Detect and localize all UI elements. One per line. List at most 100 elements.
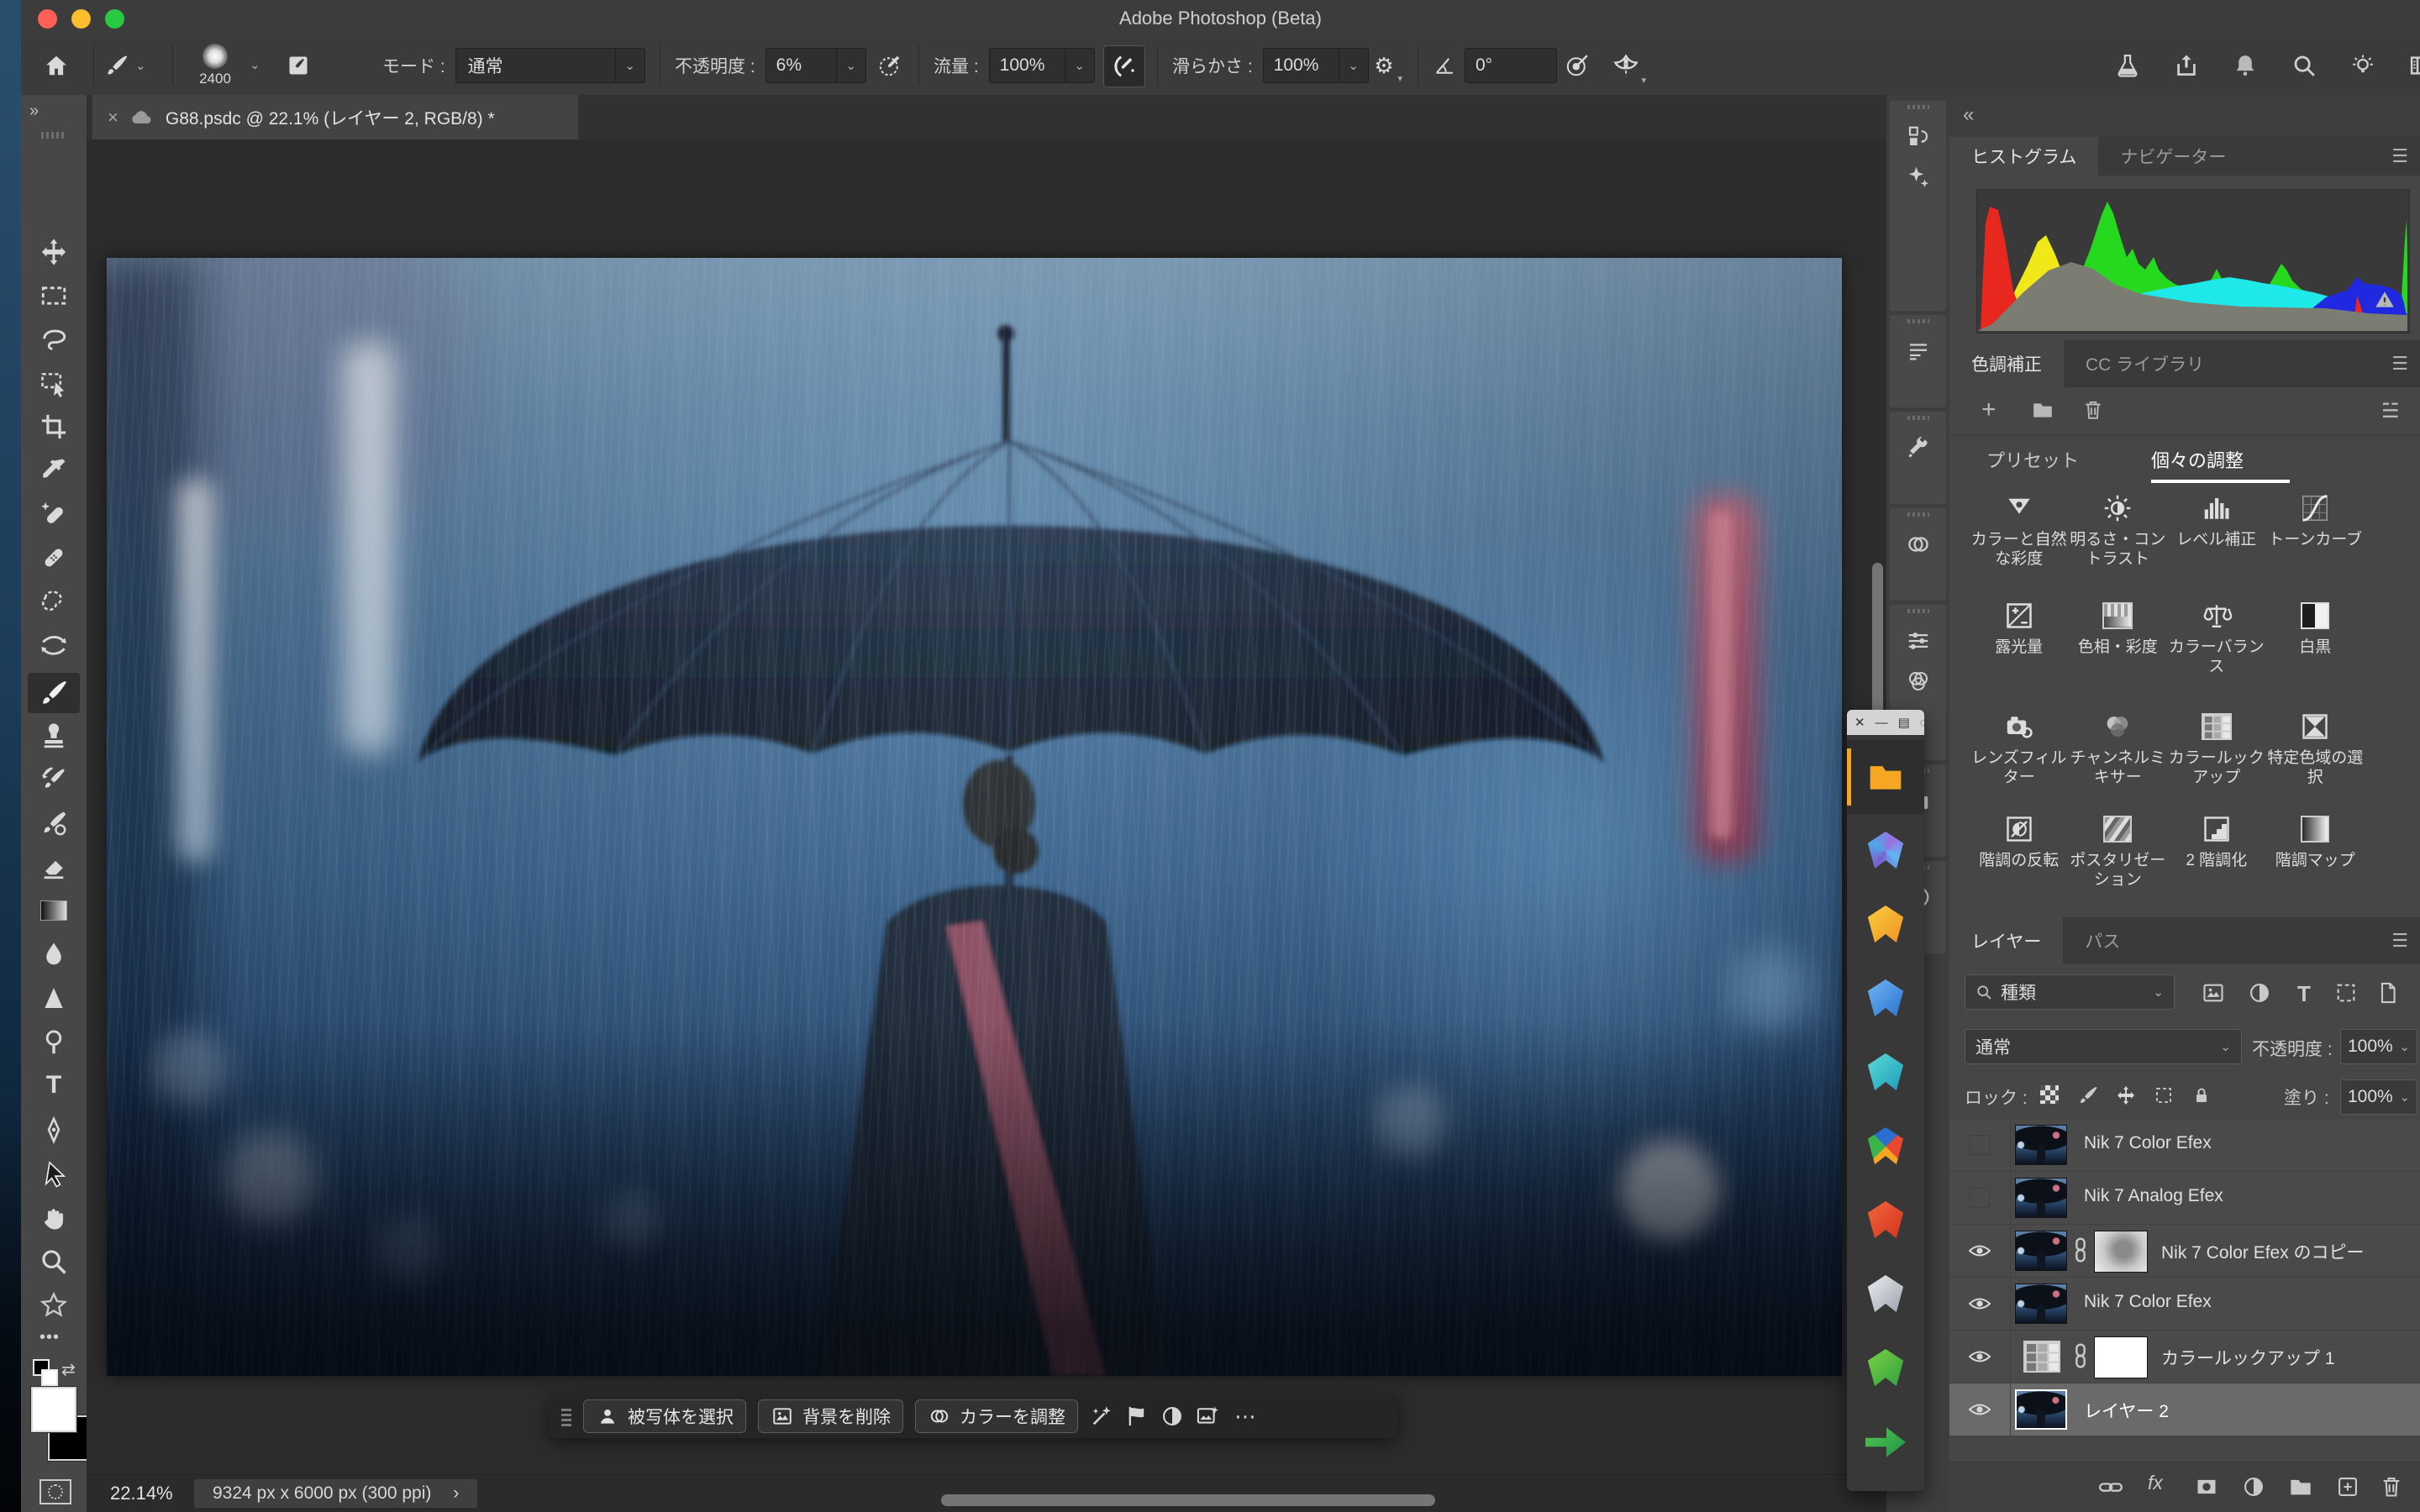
adjustment-color-vibrance[interactable]: カラーと自然な彩度 bbox=[1970, 491, 2069, 599]
ai-generate-icon[interactable] bbox=[1906, 165, 1931, 190]
remove-background-button[interactable]: 背景を削除 bbox=[758, 1399, 903, 1433]
adjustment-hue-saturation[interactable]: 色相・彩度 bbox=[2069, 599, 2168, 710]
filter-image-layers-icon[interactable] bbox=[2202, 981, 2225, 1005]
lock-move-icon[interactable] bbox=[2116, 1085, 2136, 1105]
visibility-toggle[interactable] bbox=[1949, 1172, 2011, 1224]
layer-name[interactable]: Nik 7 Color Efex bbox=[2084, 1133, 2212, 1153]
home-icon[interactable] bbox=[36, 45, 76, 86]
crop-tool[interactable] bbox=[39, 412, 68, 441]
tab-layers[interactable]: レイヤー bbox=[1949, 917, 2063, 964]
subtab-individual[interactable]: 個々の調整 bbox=[2151, 446, 2244, 473]
healing-brush-tool[interactable] bbox=[39, 543, 68, 572]
adjustment-black-white[interactable]: 白黒 bbox=[2266, 599, 2365, 710]
beta-flask-icon[interactable] bbox=[2115, 53, 2140, 78]
path-selection-tool[interactable] bbox=[39, 1160, 68, 1189]
nik-launcher-item[interactable] bbox=[1847, 740, 1924, 814]
layer-thumbnail[interactable] bbox=[2015, 1125, 2067, 1165]
nik-hdr-efex-icon[interactable] bbox=[1847, 1184, 1924, 1257]
nik-plugin-icon[interactable] bbox=[1847, 1331, 1924, 1405]
more-options-icon[interactable]: ⋯ bbox=[1231, 1404, 1260, 1430]
canvas-area[interactable] bbox=[87, 139, 1886, 1474]
taskbar-grip[interactable] bbox=[561, 1406, 571, 1426]
lasso-tool[interactable] bbox=[39, 325, 68, 354]
channels-venn-icon[interactable] bbox=[1906, 669, 1931, 694]
layer-row[interactable]: カラールックアップ 1 bbox=[1949, 1331, 2420, 1383]
layer-row-selected[interactable]: レイヤー 2 bbox=[1949, 1383, 2420, 1436]
horizontal-scrollbar[interactable] bbox=[941, 1494, 1435, 1506]
visibility-toggle[interactable] bbox=[1949, 1331, 2011, 1383]
fill-input[interactable]: 100%⌄ bbox=[2340, 1079, 2417, 1115]
document-dimensions[interactable]: 9324 px x 6000 px (300 ppi) › bbox=[194, 1479, 477, 1508]
adjustment-photo-filter[interactable]: レンズフィルター bbox=[1970, 710, 2069, 812]
toolbar-collapse-icon[interactable]: » bbox=[29, 102, 37, 121]
adjustment-color-balance[interactable]: カラーバランス bbox=[2167, 599, 2266, 710]
search-icon[interactable] bbox=[2291, 53, 2317, 78]
link-layers-icon[interactable] bbox=[2099, 1475, 2123, 1499]
adjustment-invert[interactable]: 階調の反転 bbox=[1970, 812, 2069, 913]
layer-name[interactable]: レイヤー 2 bbox=[2084, 1398, 2169, 1423]
adjustment-curves[interactable]: トーンカーブ bbox=[2266, 491, 2365, 599]
nik-output-sharpener-icon[interactable] bbox=[1847, 1405, 1924, 1479]
chevron-down-icon[interactable]: ⌄ bbox=[250, 57, 260, 72]
mask-link-icon[interactable] bbox=[2074, 1341, 2087, 1370]
quick-mask-icon[interactable] bbox=[39, 1479, 71, 1504]
layer-filter-select[interactable]: 種類 ⌄ bbox=[1965, 974, 2175, 1010]
layer-name[interactable]: Nik 7 Analog Efex bbox=[2084, 1186, 2223, 1206]
gradient-tool[interactable] bbox=[39, 896, 68, 925]
brush-size-picker[interactable]: 2400 bbox=[187, 44, 243, 87]
sharpen-tool[interactable] bbox=[39, 984, 68, 1012]
brush-tool-preset[interactable]: ⌄ bbox=[105, 49, 146, 82]
folder-icon[interactable] bbox=[2032, 399, 2055, 423]
version-history-icon[interactable] bbox=[1906, 124, 1931, 150]
magic-wand-icon[interactable] bbox=[1090, 1404, 1113, 1428]
eyedropper-tool[interactable] bbox=[39, 456, 68, 485]
histogram-warning-icon[interactable] bbox=[2374, 289, 2396, 311]
visibility-toggle[interactable] bbox=[1949, 1119, 2011, 1171]
layer-row[interactable]: Nik 7 Analog Efex bbox=[1949, 1172, 2420, 1225]
tools-wrench-icon[interactable] bbox=[1906, 435, 1931, 460]
layer-row[interactable]: Nik 7 Color Efex bbox=[1949, 1119, 2420, 1172]
generate-image-icon[interactable] bbox=[1196, 1404, 1219, 1428]
adjustment-levels[interactable]: レベル補正 bbox=[2167, 491, 2266, 599]
filter-adjustment-layers-icon[interactable] bbox=[2248, 981, 2271, 1005]
visibility-toggle[interactable] bbox=[1949, 1278, 2011, 1330]
default-colors-icon[interactable] bbox=[33, 1359, 58, 1386]
adjustment-channel-mixer[interactable]: チャンネルミキサー bbox=[2069, 710, 2168, 812]
mask-link-icon[interactable] bbox=[2074, 1236, 2087, 1264]
adjustment-gradient-map[interactable]: 階調マップ bbox=[2266, 812, 2365, 913]
symmetry-butterfly-icon[interactable]: ▾ bbox=[1606, 45, 1646, 86]
blur-tool[interactable] bbox=[39, 940, 68, 969]
zoom-tool[interactable] bbox=[39, 1247, 68, 1276]
layer-mask-thumbnail[interactable] bbox=[2094, 1231, 2148, 1273]
grid-icon[interactable]: ▤ bbox=[1898, 715, 1910, 730]
flag-icon[interactable] bbox=[1125, 1404, 1149, 1428]
document-tab[interactable]: × G88.psdc @ 22.1% (レイヤー 2, RGB/8) * bbox=[92, 95, 578, 139]
panel-menu-icon[interactable]: ☰ bbox=[2391, 353, 2408, 375]
clone-source-icon[interactable] bbox=[1906, 532, 1931, 557]
minimize-icon[interactable]: — bbox=[1876, 716, 1888, 730]
tab-adjustments[interactable]: 色調補正 bbox=[1949, 340, 2064, 387]
dodge-tool[interactable] bbox=[39, 1027, 68, 1056]
filter-type-layers-icon[interactable]: T bbox=[2292, 981, 2316, 1005]
lut-adjustment-icon[interactable] bbox=[2023, 1341, 2060, 1373]
sync-icon[interactable]: ◌ bbox=[1920, 716, 1928, 730]
pressure-opacity-icon[interactable] bbox=[870, 45, 910, 86]
lock-paint-icon[interactable] bbox=[2078, 1085, 2098, 1105]
discover-lightbulb-icon[interactable] bbox=[2350, 53, 2375, 78]
flow-input[interactable]: 100%⌄ bbox=[989, 48, 1095, 83]
visibility-toggle[interactable] bbox=[1949, 1383, 2011, 1436]
custom-shape-tool[interactable] bbox=[39, 1291, 68, 1320]
history-brush-tool[interactable] bbox=[39, 765, 68, 794]
brush-tool-selected[interactable] bbox=[28, 673, 80, 713]
adjustments-sliders-icon[interactable] bbox=[1906, 628, 1931, 654]
visibility-toggle[interactable] bbox=[1949, 1225, 2011, 1277]
layer-name[interactable]: Nik 7 Color Efex のコピー bbox=[2161, 1239, 2365, 1264]
layer-mask-thumbnail[interactable] bbox=[2094, 1336, 2148, 1378]
marquee-tool[interactable] bbox=[39, 281, 68, 310]
add-adjustment-icon[interactable]: + bbox=[1981, 399, 2005, 423]
edit-toolbar-icon[interactable]: ••• bbox=[39, 1328, 60, 1347]
content-aware-move-tool[interactable] bbox=[39, 631, 68, 659]
patch-tool[interactable] bbox=[39, 587, 68, 616]
nik-plugin-icon[interactable] bbox=[1847, 888, 1924, 962]
lock-transparency-icon[interactable] bbox=[2040, 1085, 2060, 1105]
